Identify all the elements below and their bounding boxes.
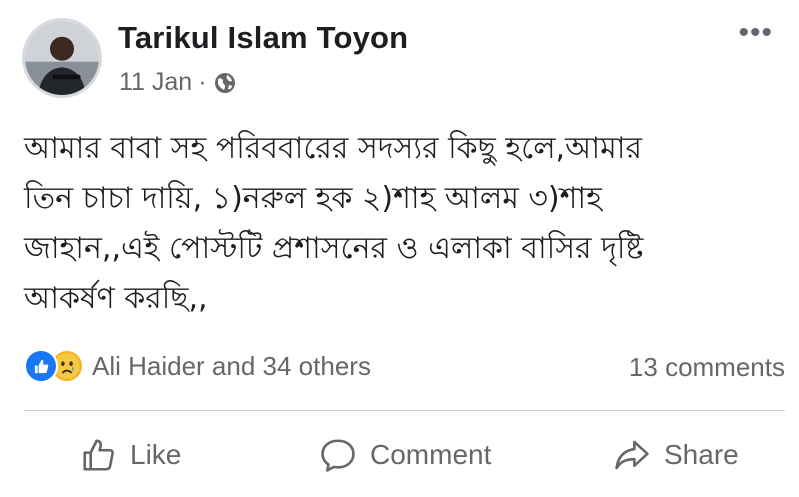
share-button[interactable]: Share (612, 430, 739, 480)
post-meta: 11 Jan · (119, 68, 237, 97)
comment-bubble-icon (321, 439, 355, 472)
action-bar: Like Comment Share (0, 420, 799, 490)
author-name[interactable]: Tarikul Islam Toyon (118, 20, 408, 56)
share-label: Share (664, 439, 739, 470)
facebook-post: Tarikul Islam Toyon 11 Jan · ••• আমার বা… (0, 0, 799, 497)
post-date[interactable]: 11 Jan (119, 68, 192, 97)
share-arrow-icon (615, 440, 649, 470)
like-label: Like (130, 439, 182, 470)
meta-separator: · (198, 68, 207, 96)
reactions-names[interactable]: Ali Haider and 34 others (92, 351, 371, 382)
comment-label: Comment (370, 439, 492, 470)
more-options-icon[interactable]: ••• (738, 18, 773, 48)
author-avatar[interactable] (22, 18, 102, 98)
thumbs-up-icon (83, 439, 114, 471)
like-button[interactable]: Like (80, 430, 181, 480)
like-reaction-icon (24, 349, 58, 383)
globe-icon[interactable] (213, 71, 237, 95)
comments-count[interactable]: 13 comments (629, 352, 785, 383)
reactions-summary[interactable]: Ali Haider and 34 others (24, 349, 371, 383)
avatar-photo (25, 21, 99, 95)
comment-button[interactable]: Comment (318, 430, 491, 480)
post-text: আমার বাবা সহ পরিববারের সদস্যর কিছু হলে,আ… (24, 131, 644, 316)
divider (24, 410, 785, 411)
